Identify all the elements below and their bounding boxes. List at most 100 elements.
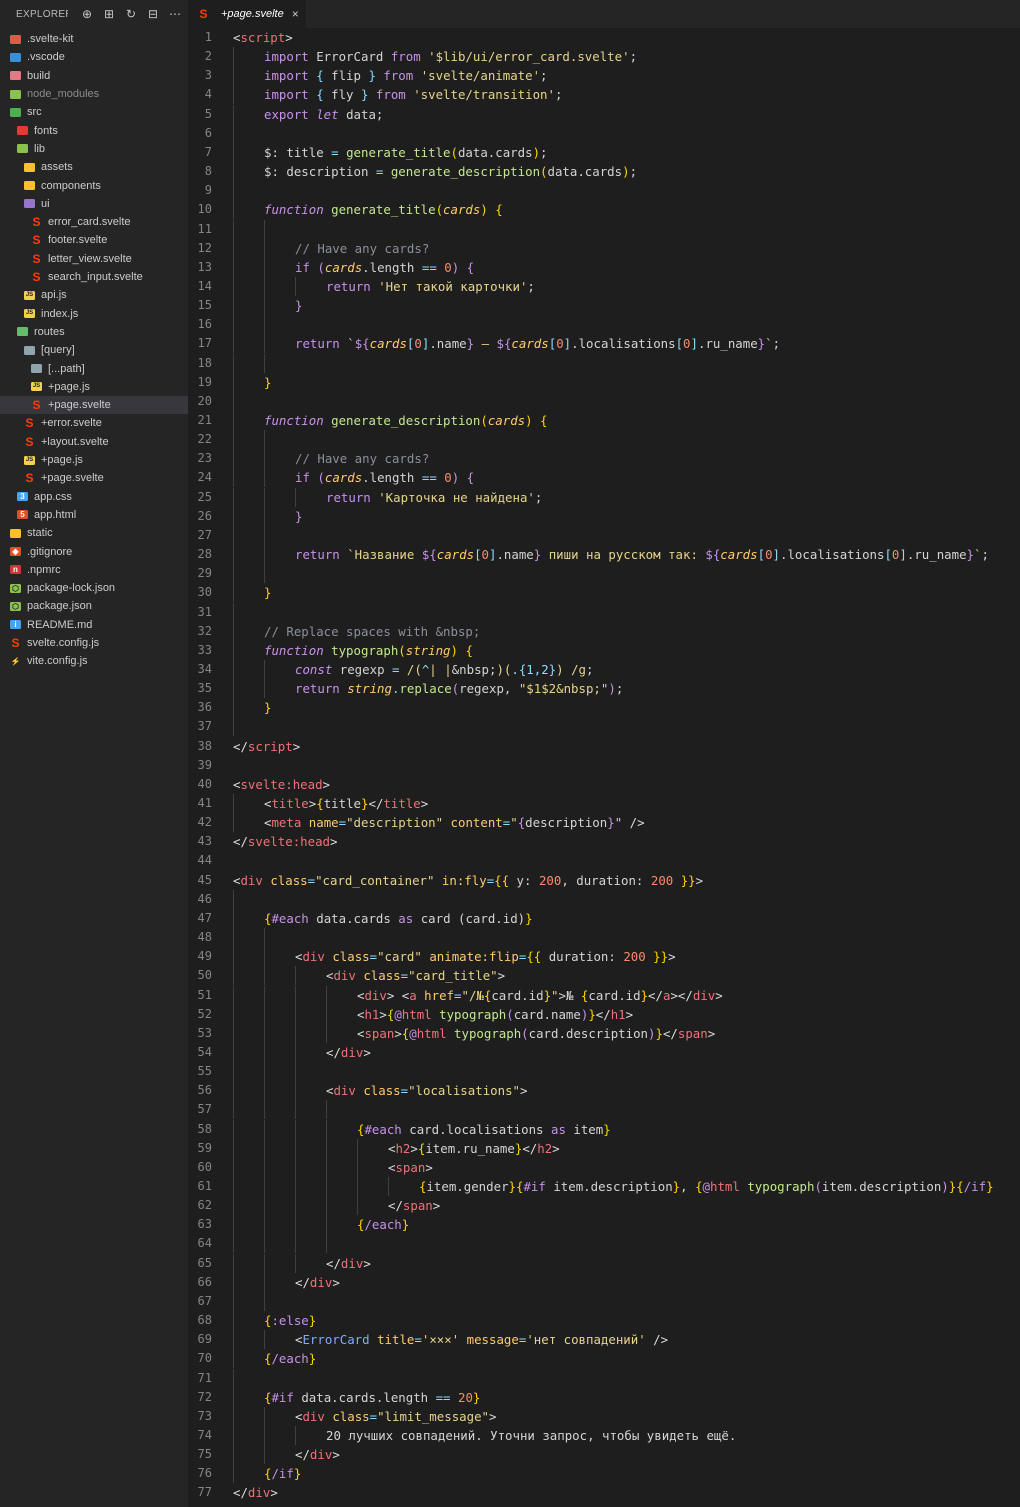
tree-item[interactable]: src <box>0 103 188 121</box>
code-token: } <box>368 68 384 84</box>
tree-item[interactable]: ⚡ vite.config.js <box>0 652 188 670</box>
tree-item[interactable]: S +page.svelte <box>0 469 188 487</box>
tree-item[interactable]: node_modules <box>0 85 188 103</box>
code-token: ) <box>941 1179 949 1194</box>
code-line: 40 <svelte:head> <box>188 775 1020 794</box>
code-token: { <box>316 68 332 84</box>
indent-guide <box>233 181 234 201</box>
tree-item[interactable]: Sfooter.svelte <box>0 231 188 249</box>
code-line: 65 </div> <box>188 1253 1020 1273</box>
tree-item[interactable]: .vscode <box>0 48 188 66</box>
code-token: == <box>435 1389 458 1405</box>
line-number: 20 <box>197 393 212 408</box>
tree-item[interactable]: routes <box>0 323 188 341</box>
tree-item[interactable]: static <box>0 524 188 542</box>
line-number: 50 <box>197 968 212 983</box>
code-token: { <box>540 413 548 428</box>
tree-item[interactable]: JS index.js <box>0 305 188 323</box>
tree-item[interactable]: Ssvelte.config.js <box>0 634 188 652</box>
code-token: "card_container" <box>315 872 442 888</box>
code-token: )( <box>496 661 512 677</box>
tree-item[interactable]: [...path] <box>0 359 188 377</box>
code-token: > <box>715 987 723 1003</box>
indent-guide <box>326 1138 327 1158</box>
code-editor[interactable]: 1 <script> 2 import ErrorCard from '$lib/ui… <box>188 28 1020 1507</box>
tree-item[interactable]: lib <box>0 140 188 158</box>
new-file-icon[interactable]: ⊕ <box>76 7 98 21</box>
indent-guide <box>233 1157 234 1177</box>
indent-guide <box>264 430 265 450</box>
tree-item[interactable]: ui <box>0 195 188 213</box>
indent-guide <box>264 1138 265 1158</box>
code-token: 0 <box>481 547 489 563</box>
indent-guide <box>264 487 265 507</box>
line-number: 46 <box>197 891 212 906</box>
code-token: </ <box>648 987 663 1003</box>
collapse-all-icon[interactable]: ⊟ <box>142 7 164 21</box>
indent-guide <box>233 487 234 507</box>
tree-item[interactable]: [query] <box>0 341 188 359</box>
code-text: <script> <box>233 28 293 47</box>
code-token: span <box>395 1159 426 1175</box>
code-token: [ <box>757 547 766 563</box>
indent-guide <box>233 1119 234 1139</box>
tree-item[interactable]: 5 app.html <box>0 506 188 524</box>
code-token: "localisations" <box>408 1083 520 1099</box>
node-file-icon: ⬡ <box>10 583 21 593</box>
tree-item[interactable]: 3 app.css <box>0 488 188 506</box>
tree-item[interactable]: S +page.svelte <box>0 396 188 415</box>
indent-guide <box>233 813 234 833</box>
tree-item[interactable]: build <box>0 67 188 85</box>
code-line: 55 <box>188 1062 1020 1082</box>
tree-item[interactable]: i README.md <box>0 616 188 634</box>
tree-item[interactable]: JS +page.js <box>0 378 188 396</box>
code-token: ) <box>451 470 467 486</box>
code-token: } <box>264 374 272 390</box>
refresh-icon[interactable]: ↻ <box>120 7 142 21</box>
code-text: } <box>264 583 271 602</box>
tree-item[interactable]: Sletter_view.svelte <box>0 250 188 268</box>
indent-guide <box>264 1425 265 1445</box>
code-token: div <box>692 987 716 1003</box>
code-token: " <box>510 815 518 831</box>
code-text: import ErrorCard from '$lib/ui/error_car… <box>264 47 637 66</box>
tree-item[interactable]: JS api.js <box>0 286 188 304</box>
code-token: class <box>363 1083 401 1099</box>
close-icon[interactable]: × <box>292 7 299 21</box>
tree-item[interactable]: ◆ .gitignore <box>0 542 188 560</box>
code-token: /each <box>271 1351 309 1367</box>
tree-item[interactable]: Serror_card.svelte <box>0 213 188 231</box>
tree-item[interactable]: assets <box>0 158 188 176</box>
indent-guide <box>295 1196 296 1216</box>
tree-item[interactable]: n .npmrc <box>0 561 188 579</box>
code-token: > <box>332 1447 340 1463</box>
tree-item[interactable]: JS +page.js <box>0 451 188 469</box>
code-token: as <box>398 910 421 926</box>
tree-item[interactable]: ⬡ package-lock.json <box>0 579 188 597</box>
tree-item[interactable]: .svelte-kit <box>0 30 188 48</box>
code-line: 63 {/each} <box>188 1215 1020 1235</box>
code-token: a <box>409 987 425 1003</box>
code-token: [ <box>884 547 892 563</box>
tab-page-svelte[interactable]: S +page.svelte × <box>188 0 306 28</box>
new-folder-icon[interactable]: ⊞ <box>98 7 120 21</box>
code-token: = <box>400 1083 409 1099</box>
tree-item[interactable]: fonts <box>0 122 188 140</box>
code-token: $: description <box>264 164 376 180</box>
code-token: as <box>550 1121 574 1137</box>
indent-guide <box>295 1081 296 1101</box>
code-token: ErrorCard <box>302 1332 378 1348</box>
tree-item[interactable]: components <box>0 176 188 194</box>
tree-item[interactable]: ⬡ package.json <box>0 597 188 615</box>
code-token: } <box>607 815 615 831</box>
code-text: <title>{title}</title> <box>264 794 428 813</box>
tree-item[interactable]: Ssearch_input.svelte <box>0 268 188 286</box>
code-token: card.localisations <box>409 1121 551 1137</box>
tree-item[interactable]: S +layout.svelte <box>0 433 188 451</box>
code-text: const regexp = /(^| |&nbsp;)(.{1,2}) /g; <box>295 660 593 679</box>
code-line: 51 <div> <a href="/№{card.id}">№ {card.id… <box>188 985 1020 1005</box>
indent-guide <box>264 334 265 354</box>
tree-item[interactable]: S +error.svelte <box>0 414 188 432</box>
more-icon[interactable]: ⋯ <box>164 7 186 21</box>
code-token: } <box>508 1179 516 1194</box>
